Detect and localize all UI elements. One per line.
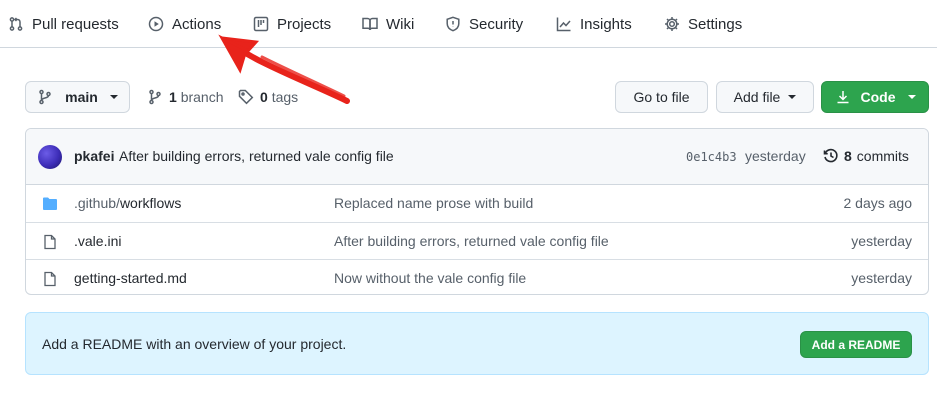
file-name[interactable]: .vale.ini — [74, 233, 121, 249]
tab-projects[interactable]: Projects — [253, 0, 331, 48]
file-commit-time: 2 days ago — [843, 195, 913, 211]
commit-time: yesterday — [745, 148, 806, 164]
tab-label: Insights — [580, 15, 632, 33]
book-icon — [362, 17, 378, 31]
add-readme-button[interactable]: Add a README — [800, 331, 912, 358]
shield-icon — [446, 16, 460, 32]
file-commit-time: yesterday — [851, 233, 912, 249]
branches-link[interactable]: 1 branch — [147, 81, 224, 113]
commit-count-label: commits — [856, 148, 909, 164]
chevron-down-icon — [109, 95, 118, 99]
tab-label: Settings — [688, 15, 743, 33]
add-file-label: Add file — [733, 89, 781, 105]
readme-prompt: Add a README with an overview of your pr… — [42, 336, 347, 352]
chevron-down-icon — [788, 95, 797, 99]
branch-select-button[interactable]: main — [25, 81, 130, 113]
latest-commit-bar: pkafei After building errors, returned v… — [26, 129, 928, 185]
readme-banner: Add a README with an overview of your pr… — [25, 312, 929, 375]
tab-label: Pull requests — [32, 15, 119, 33]
history-icon — [823, 148, 838, 163]
commit-count: 8 — [844, 148, 852, 164]
file-commit-message[interactable]: After building errors, returned vale con… — [334, 233, 609, 249]
graph-icon — [556, 17, 571, 32]
tab-settings[interactable]: Settings — [664, 0, 742, 48]
gear-icon — [665, 17, 679, 31]
tab-label: Security — [469, 15, 524, 33]
commit-message[interactable]: After building errors, returned vale con… — [119, 148, 394, 164]
tag-icon — [238, 89, 254, 105]
tab-security[interactable]: Security — [445, 0, 523, 48]
download-icon — [837, 91, 848, 104]
branch-name: main — [65, 89, 98, 105]
commit-author[interactable]: pkafei — [74, 148, 114, 164]
tab-pull-requests[interactable]: Pull requests — [8, 0, 119, 48]
table-row[interactable]: .vale.ini After building errors, returne… — [26, 222, 928, 259]
file-icon — [44, 271, 56, 287]
go-to-file-button[interactable]: Go to file — [615, 81, 708, 113]
pull-request-icon — [9, 17, 23, 31]
file-commit-time: yesterday — [851, 270, 912, 286]
tag-count-label: tags — [271, 89, 299, 105]
branch-count-label: branch — [180, 89, 224, 105]
file-commit-message[interactable]: Now without the vale config file — [334, 270, 526, 286]
branch-icon — [149, 89, 161, 105]
file-icon — [44, 234, 56, 250]
tab-insights[interactable]: Insights — [556, 0, 632, 48]
file-name[interactable]: .github/workflows — [74, 195, 181, 211]
table-icon — [253, 16, 269, 32]
tags-link[interactable]: 0 tags — [238, 81, 298, 113]
commits-link[interactable]: 8 commits — [823, 148, 909, 164]
go-to-file-label: Go to file — [633, 89, 690, 105]
avatar[interactable] — [38, 145, 62, 169]
folder-icon — [43, 197, 57, 210]
code-button[interactable]: Code — [821, 81, 929, 113]
branch-icon — [39, 89, 51, 105]
table-row[interactable]: .github/workflows Replaced name prose wi… — [26, 185, 928, 222]
table-row[interactable]: getting-started.md Now without the vale … — [26, 259, 928, 294]
file-list: pkafei After building errors, returned v… — [25, 128, 929, 295]
play-icon — [148, 16, 164, 32]
tab-actions[interactable]: Actions — [148, 0, 221, 48]
tag-count: 0 — [260, 89, 268, 105]
file-name[interactable]: getting-started.md — [74, 270, 187, 286]
chevron-down-icon — [907, 95, 916, 99]
tab-wiki[interactable]: Wiki — [362, 0, 414, 48]
file-commit-message[interactable]: Replaced name prose with build — [334, 195, 533, 211]
tab-label: Actions — [172, 15, 222, 33]
file-path-name: workflows — [119, 195, 182, 211]
commit-sha[interactable]: 0e1c4b3 — [686, 150, 737, 164]
branch-count: 1 — [169, 89, 177, 105]
file-path-prefix: .github/ — [74, 195, 120, 211]
repo-nav: Pull requests Actions Projects Wiki Secu… — [0, 0, 937, 48]
tab-label: Wiki — [386, 15, 415, 33]
tab-label: Projects — [277, 15, 332, 33]
code-label: Code — [860, 89, 896, 105]
add-file-button[interactable]: Add file — [716, 81, 814, 113]
